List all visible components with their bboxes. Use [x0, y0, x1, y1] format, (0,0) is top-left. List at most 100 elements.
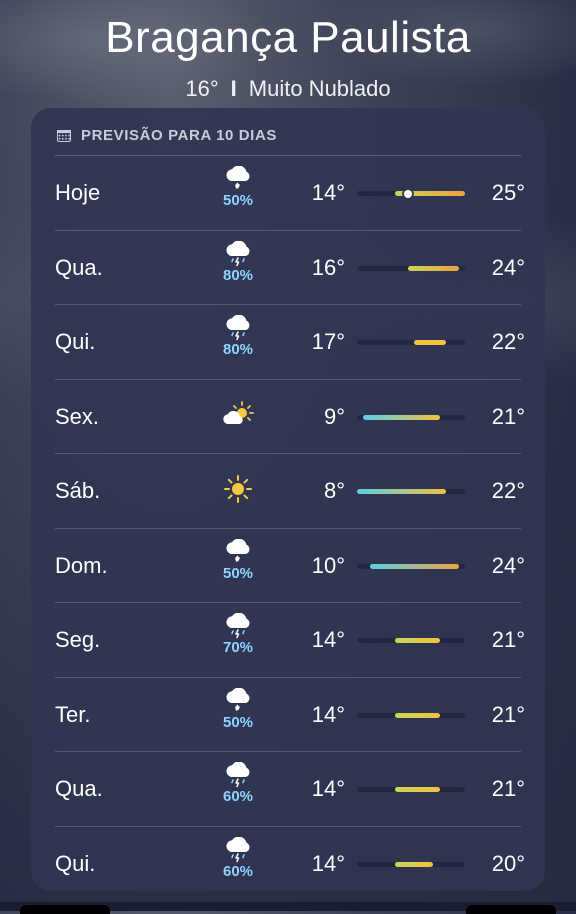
cloud-drizzle-icon [207, 166, 269, 192]
high-temperature: 22° [491, 329, 525, 354]
temperature-range-bar [357, 861, 465, 867]
low-temperature: 17° [311, 329, 345, 354]
low-temperature: 16° [311, 254, 345, 280]
precipitation-chance: 70% [222, 639, 254, 656]
ten-day-forecast-card[interactable]: PREVISÃO PARA 10 DIAS Hoje 50% 14° 25° Qua. 8… [31, 108, 545, 891]
forecast-card-header: PREVISÃO PARA 10 DIAS [57, 127, 277, 144]
cloud-thunderstorm-icon [207, 836, 269, 863]
forecast-row[interactable]: Seg. 70% 14° 21° [55, 602, 525, 677]
temperature-range-bar [357, 787, 465, 792]
current-condition: Muito Nublado [248, 76, 391, 101]
low-temperature: 8° [323, 478, 345, 503]
forecast-row[interactable]: Qua. 60% 14° 21° [55, 751, 525, 826]
cloud-thunderstorm-icon [207, 240, 269, 267]
forecast-condition: 60% [207, 836, 269, 893]
cloud-drizzle-icon [207, 687, 269, 714]
high-temperature: 20° [491, 850, 525, 876]
low-temperature: 14° [311, 627, 345, 652]
forecast-condition: 80% [207, 240, 269, 297]
forecast-condition: 70% [207, 613, 269, 669]
temperature-range-fill [357, 489, 446, 494]
temperature-range-fill [407, 265, 459, 271]
temperature-range-bar [357, 489, 465, 494]
precipitation-chance: 60% [222, 862, 254, 880]
temperature-range-bar [357, 563, 465, 569]
forecast-condition [207, 464, 269, 520]
forecast-condition [207, 390, 269, 446]
forecast-row[interactable]: Dom. 50% 10° 24° [55, 527, 525, 603]
summary-separator: I [230, 76, 237, 101]
temperature-range-fill [395, 712, 440, 718]
low-temperature: 14° [311, 180, 345, 205]
sun-icon [207, 474, 269, 504]
cloud-thunderstorm-icon [207, 613, 269, 639]
current-conditions-header: Bragança Paulista 16° I Muito Nublado [0, 12, 576, 102]
precipitation-chance: 80% [222, 341, 254, 358]
temperature-range-fill [363, 414, 440, 420]
temperature-range-fill [395, 638, 440, 643]
forecast-day-label: Seg. [55, 627, 101, 652]
temperature-range-fill [395, 861, 434, 867]
forecast-day-label: Qua. [55, 254, 103, 280]
forecast-day-label: Ter. [55, 701, 91, 727]
forecast-condition: 80% [207, 315, 269, 371]
low-temperature: 14° [311, 850, 345, 876]
forecast-row[interactable]: Qui. 60% 14° 20° [55, 825, 525, 901]
low-temperature: 14° [311, 776, 345, 801]
calendar-icon [57, 129, 71, 142]
high-temperature: 22° [491, 478, 525, 503]
temperature-range-fill [414, 340, 446, 345]
forecast-row[interactable]: Qui. 80% 17° 22° [55, 304, 525, 379]
forecast-condition: 50% [207, 538, 269, 595]
temperature-range-bar [357, 340, 465, 345]
high-temperature: 21° [491, 776, 525, 801]
precipitation-chance: 50% [222, 713, 254, 731]
forecast-day-label: Qua. [55, 776, 103, 801]
current-temperature-marker [403, 189, 412, 198]
high-temperature: 21° [491, 627, 525, 652]
map-button-edge[interactable] [20, 905, 110, 914]
high-temperature: 25° [491, 180, 525, 205]
precipitation-chance: 50% [222, 192, 254, 209]
current-temperature: 16° [185, 76, 219, 101]
forecast-row[interactable]: Qua. 80% 16° 24° [55, 229, 525, 305]
precipitation-chance: 80% [222, 266, 254, 284]
bottom-toolbar-edge [0, 902, 576, 914]
partly-cloudy-sun-icon [207, 400, 269, 428]
temperature-range-fill [395, 787, 440, 792]
temperature-range-bar [357, 414, 465, 420]
forecast-row[interactable]: Ter. 50% 14° 21° [55, 676, 525, 752]
high-temperature: 24° [491, 254, 525, 280]
current-summary: 16° I Muito Nublado [0, 76, 576, 102]
forecast-day-label: Sex. [55, 403, 100, 429]
high-temperature: 21° [491, 701, 525, 727]
forecast-row[interactable]: Hoje 50% 14° 25° [55, 155, 525, 230]
list-button-edge[interactable] [466, 905, 556, 914]
temperature-range-bar [357, 189, 465, 198]
temperature-range-fill [369, 563, 459, 569]
high-temperature: 24° [491, 552, 525, 578]
forecast-day-label: Qui. [55, 850, 96, 876]
temperature-range-bar [357, 712, 465, 718]
forecast-day-label: Dom. [55, 552, 108, 578]
forecast-condition: 50% [207, 166, 269, 222]
low-temperature: 9° [323, 403, 345, 429]
forecast-condition: 60% [207, 762, 269, 818]
forecast-day-label: Sáb. [55, 478, 101, 503]
forecast-rows: Hoje 50% 14° 25° Qua. 80% 16° 24° Qui. 80% 17° 22° S… [55, 155, 525, 901]
temperature-range-bar [357, 638, 465, 643]
forecast-day-label: Hoje [55, 180, 101, 205]
forecast-condition: 50% [207, 687, 269, 744]
high-temperature: 21° [491, 403, 525, 429]
precipitation-chance: 60% [222, 788, 254, 805]
city-name: Bragança Paulista [105, 13, 471, 62]
temperature-range-bar [357, 265, 465, 271]
forecast-day-label: Qui. [55, 329, 96, 354]
forecast-card-title: PREVISÃO PARA 10 DIAS [81, 127, 277, 144]
cloud-thunderstorm-icon [207, 315, 269, 341]
forecast-row[interactable]: Sáb. 8° 22° [55, 453, 525, 528]
cloud-drizzle-icon [207, 538, 269, 565]
low-temperature: 10° [311, 552, 345, 578]
precipitation-chance: 50% [222, 564, 254, 582]
forecast-row[interactable]: Sex. 9° 21° [55, 378, 525, 454]
